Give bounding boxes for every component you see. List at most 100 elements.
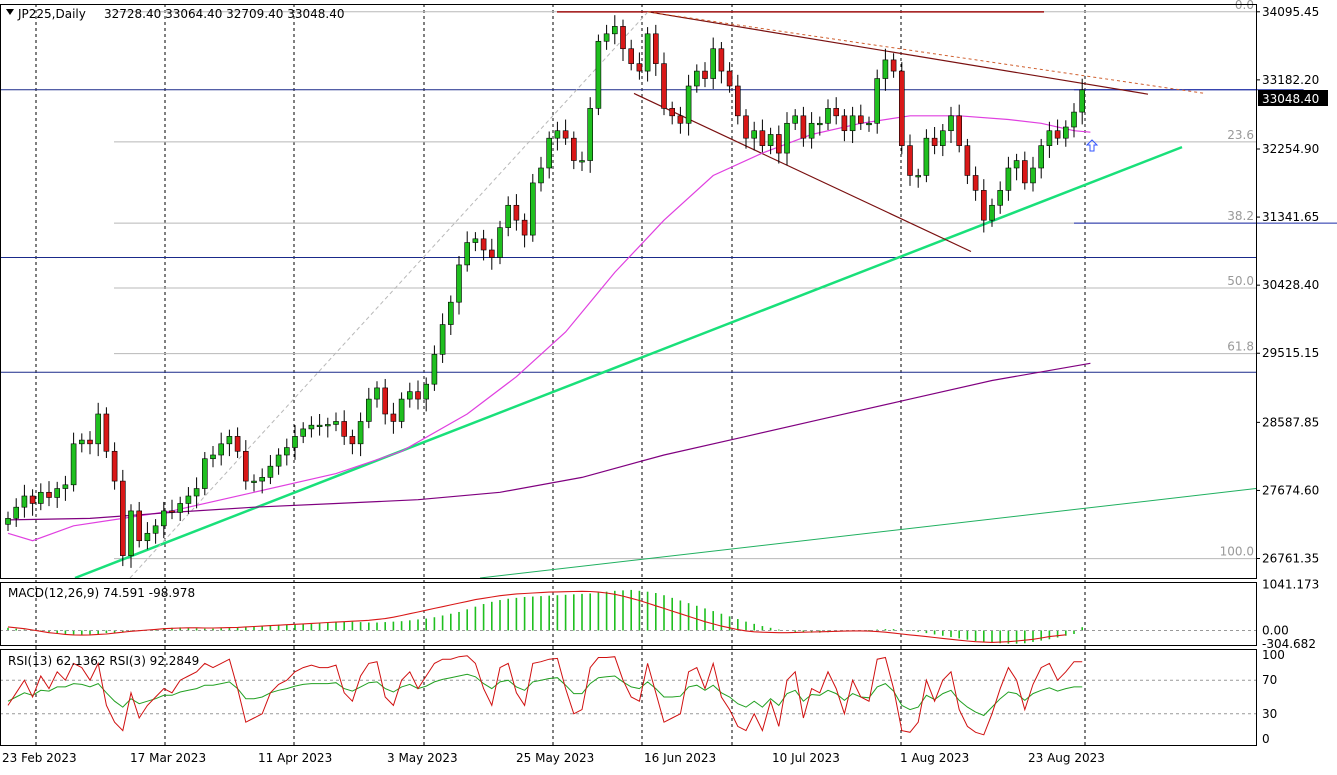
candle-body[interactable] <box>849 115 856 132</box>
candle-body[interactable] <box>415 391 421 400</box>
candle-body[interactable] <box>554 130 561 139</box>
candle-body[interactable] <box>866 122 872 126</box>
candle-body[interactable] <box>185 495 192 504</box>
candle-body[interactable] <box>390 413 397 422</box>
candle-body[interactable] <box>480 238 487 251</box>
candle-body[interactable] <box>825 108 831 124</box>
candle-body[interactable] <box>259 477 266 482</box>
candle-body[interactable] <box>726 70 733 87</box>
candle-body[interactable] <box>54 488 61 498</box>
candle-body[interactable] <box>1079 89 1085 113</box>
candle-body[interactable] <box>431 354 438 385</box>
candle-body[interactable] <box>5 518 11 525</box>
candle-body[interactable] <box>652 33 659 64</box>
candle-body[interactable] <box>833 108 840 117</box>
candle-body[interactable] <box>521 219 528 236</box>
candle-body[interactable] <box>202 458 208 489</box>
candle-body[interactable] <box>1021 160 1028 184</box>
candle-body[interactable] <box>743 115 749 139</box>
candle-body[interactable] <box>579 160 585 163</box>
candle-body[interactable] <box>406 391 413 400</box>
candle-body[interactable] <box>907 145 913 176</box>
candle-body[interactable] <box>13 506 19 519</box>
candle-body[interactable] <box>956 115 963 146</box>
candle-body[interactable] <box>816 122 823 126</box>
candle-body[interactable] <box>898 70 905 146</box>
candle-body[interactable] <box>472 238 479 243</box>
candle-body[interactable] <box>357 421 364 445</box>
candle-body[interactable] <box>37 491 44 504</box>
candle-body[interactable] <box>677 115 684 124</box>
candle-body[interactable] <box>398 398 405 422</box>
candle-body[interactable] <box>488 249 495 258</box>
candle-body[interactable] <box>620 26 626 50</box>
candle-body[interactable] <box>734 85 741 117</box>
candle-body[interactable] <box>95 413 101 445</box>
candle-body[interactable] <box>570 137 577 161</box>
candle-body[interactable] <box>759 130 766 146</box>
candle-body[interactable] <box>603 33 610 42</box>
candle-body[interactable] <box>374 387 380 400</box>
candle-body[interactable] <box>161 510 167 527</box>
candle-body[interactable] <box>1054 130 1061 139</box>
candle-body[interactable] <box>751 130 758 139</box>
candle-body[interactable] <box>136 510 142 542</box>
candle-body[interactable] <box>685 85 692 124</box>
candle-body[interactable] <box>980 190 987 221</box>
candle-body[interactable] <box>87 439 93 445</box>
candle-body[interactable] <box>144 532 151 542</box>
candle-body[interactable] <box>595 40 602 109</box>
candle-body[interactable] <box>767 134 774 146</box>
candle-body[interactable] <box>587 108 594 161</box>
candle-body[interactable] <box>456 264 462 303</box>
candle-body[interactable] <box>243 450 249 482</box>
candle-body[interactable] <box>784 122 790 154</box>
candle-body[interactable] <box>218 443 224 456</box>
candle-body[interactable] <box>1005 167 1012 191</box>
candle-body[interactable] <box>152 525 159 534</box>
candle-body[interactable] <box>1013 160 1020 169</box>
candle-body[interactable] <box>669 108 676 117</box>
candle-body[interactable] <box>513 204 520 221</box>
candle-body[interactable] <box>1038 145 1044 169</box>
candle-body[interactable] <box>21 495 28 508</box>
candle-body[interactable] <box>103 413 110 452</box>
candle-body[interactable] <box>79 439 85 445</box>
candle-body[interactable] <box>636 63 643 72</box>
candle-body[interactable] <box>628 48 635 64</box>
candle-body[interactable] <box>300 428 307 437</box>
candle-body[interactable] <box>275 454 282 467</box>
candle-body[interactable] <box>710 48 717 79</box>
candle-body[interactable] <box>611 26 618 35</box>
candle-body[interactable] <box>1071 111 1077 128</box>
candle-body[interactable] <box>365 398 372 422</box>
candle-body[interactable] <box>341 421 348 437</box>
candle-body[interactable] <box>529 182 536 236</box>
candle-body[interactable] <box>931 137 938 146</box>
candle-body[interactable] <box>70 443 77 486</box>
candle-body[interactable] <box>644 33 651 72</box>
candle-body[interactable] <box>562 130 569 139</box>
candle-body[interactable] <box>915 175 922 178</box>
candle-body[interactable] <box>939 130 946 146</box>
candle-body[interactable] <box>718 48 725 72</box>
candle-body[interactable] <box>702 70 708 79</box>
candle-body[interactable] <box>308 424 315 430</box>
candle-body[interactable] <box>111 450 118 482</box>
candle-body[interactable] <box>292 436 298 448</box>
candle-body[interactable] <box>316 424 323 427</box>
candle-body[interactable] <box>423 383 430 400</box>
candle-body[interactable] <box>775 134 782 154</box>
candle-body[interactable] <box>890 59 897 72</box>
candle-body[interactable] <box>210 454 216 460</box>
candle-body[interactable] <box>857 115 864 124</box>
candle-body[interactable] <box>177 503 183 513</box>
candle-body[interactable] <box>324 424 331 427</box>
candle-body[interactable] <box>1046 130 1053 146</box>
candle-body[interactable] <box>693 70 700 87</box>
candle-body[interactable] <box>546 137 553 169</box>
candle-body[interactable] <box>964 145 971 176</box>
candle-body[interactable] <box>62 484 69 489</box>
candle-body[interactable] <box>267 465 274 478</box>
candle-body[interactable] <box>382 387 389 415</box>
